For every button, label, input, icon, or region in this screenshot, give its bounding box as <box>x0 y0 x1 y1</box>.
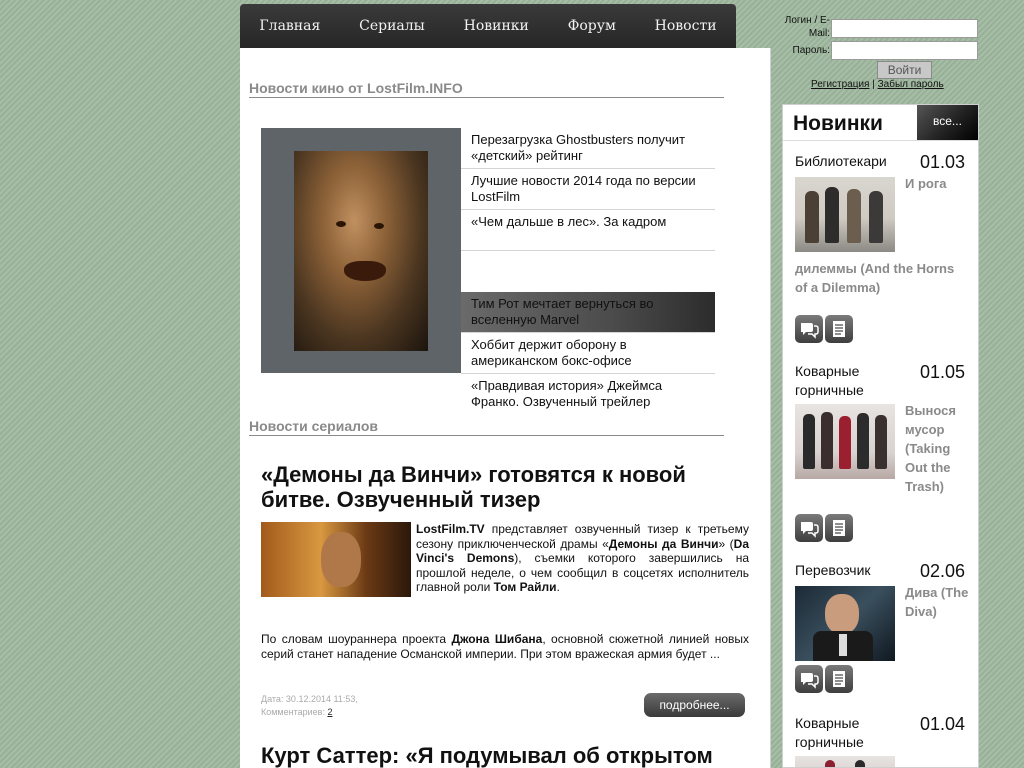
nav-news-link[interactable]: Новости <box>651 18 721 34</box>
actor-name: Том Райли <box>493 580 557 594</box>
document-icon[interactable] <box>825 315 853 343</box>
slider-image[interactable] <box>294 151 428 351</box>
login-label: Логин / E-Mail: <box>784 15 830 39</box>
text-span: По словам шоураннера проекта <box>261 632 452 646</box>
showrunner-name: Джона Шибана <box>451 632 543 646</box>
comments-label: Комментариев: <box>261 707 328 717</box>
slider-item[interactable]: Хоббит держит оборону в американском бок… <box>461 333 715 374</box>
slider-item[interactable]: Перезагрузка Ghostbusters получит «детск… <box>461 128 715 169</box>
entry-actions <box>795 514 853 542</box>
series-news-heading: Новости сериалов <box>249 418 724 436</box>
speech-bubbles-icon[interactable] <box>795 665 823 693</box>
series-title[interactable]: Библиотекари <box>795 152 905 171</box>
document-icon[interactable] <box>825 665 853 693</box>
article-meta: Дата: 30.12.2014 11:53, Комментариев: 2 <box>261 693 358 719</box>
article-title[interactable]: «Демоны да Винчи» готовятся к новой битв… <box>261 462 749 512</box>
show-name: Демоны да Винчи <box>608 536 719 551</box>
series-title[interactable]: Коварные горничные <box>795 714 905 752</box>
nav-forum-link[interactable]: Форум <box>564 18 620 34</box>
episode-title: И рога <box>905 176 947 191</box>
episode-number: 02.06 <box>920 561 966 581</box>
series-title[interactable]: Коварные горничные <box>795 362 905 400</box>
sidebar-title: Новинки <box>793 112 883 135</box>
slider-item-active[interactable]: Тим Рот мечтает вернуться во вселенную M… <box>461 292 715 333</box>
speech-bubbles-icon[interactable] <box>795 315 823 343</box>
slider-list: Перезагрузка Ghostbusters получит «детск… <box>461 128 715 415</box>
site-name: LostFilm.TV <box>416 522 485 536</box>
episode-title: Дива (The Diva) <box>905 585 969 619</box>
document-icon[interactable] <box>825 514 853 542</box>
password-input[interactable] <box>831 41 978 60</box>
text-span: . <box>556 580 560 594</box>
slider-image-frame <box>261 128 461 373</box>
login-input[interactable] <box>831 19 978 38</box>
nav-series-link[interactable]: Сериалы <box>355 18 429 34</box>
link-separator: | <box>872 79 875 90</box>
nav-new-link[interactable]: Новинки <box>460 18 533 34</box>
movie-news-heading: Новости кино от LostFilm.INFO <box>249 80 724 98</box>
article-image[interactable] <box>261 522 411 597</box>
entry-actions <box>795 665 853 693</box>
next-article-title[interactable]: Курт Саттер: «Я подумывал об открытом <box>261 743 761 768</box>
nav-home-link[interactable]: Главная <box>255 18 324 34</box>
episode-title-continued: дилеммы (And the Horns of a Dilemma) <box>795 261 955 295</box>
episode-thumbnail[interactable] <box>795 756 895 767</box>
main-content: Новости кино от LostFilm.INFO Перезагруз… <box>240 48 771 768</box>
episode-number: 01.03 <box>920 152 966 172</box>
read-more-button[interactable]: подробнее... <box>644 693 745 717</box>
slider-item[interactable]: «Чем дальше в лес». За кадром <box>461 210 715 251</box>
top-navigation: Главная Сериалы Новинки Форум Новости <box>240 4 736 48</box>
series-title[interactable]: Перевозчик <box>795 561 905 580</box>
text-span: » ( <box>718 536 734 551</box>
episode-title: Вынося мусор (Taking Out the Trash) <box>905 403 956 494</box>
article-body: LostFilm.TV представляет озвученный тизе… <box>261 522 749 632</box>
episode-number: 01.04 <box>920 714 966 734</box>
login-button[interactable]: Войти <box>877 61 932 79</box>
login-links: Регистрация | Забыл пароль <box>811 79 944 90</box>
register-link[interactable]: Регистрация <box>811 79 869 90</box>
password-label: Пароль: <box>792 45 830 56</box>
article-date: Дата: 30.12.2014 11:53, <box>261 694 358 704</box>
article-text: LostFilm.TV представляет озвученный тизе… <box>416 522 749 595</box>
article-text-continued: По словам шоураннера проекта Джона Шибан… <box>261 632 749 662</box>
news-article: «Демоны да Винчи» готовятся к новой битв… <box>261 462 749 662</box>
slider-item[interactable]: Лучшие новости 2014 года по версии LostF… <box>461 169 715 210</box>
episode-thumbnail[interactable] <box>795 404 895 479</box>
news-slider: Перезагрузка Ghostbusters получит «детск… <box>261 128 715 409</box>
episode-thumbnail[interactable] <box>795 586 895 661</box>
view-all-button[interactable]: все... <box>917 105 978 140</box>
episode-number: 01.05 <box>920 362 966 382</box>
slider-item[interactable]: «Правдивая история» Джеймса Франко. Озву… <box>461 374 715 415</box>
entry-actions <box>795 315 853 343</box>
speech-bubbles-icon[interactable] <box>795 514 823 542</box>
forgot-password-link[interactable]: Забыл пароль <box>878 79 944 90</box>
new-episodes-sidebar: Новинки все... Библиотекари 01.03 И рога… <box>782 104 979 768</box>
slider-item <box>461 251 715 292</box>
episode-thumbnail[interactable] <box>795 177 895 252</box>
sidebar-header: Новинки все... <box>783 105 978 141</box>
comments-count-link[interactable]: 2 <box>327 707 332 717</box>
